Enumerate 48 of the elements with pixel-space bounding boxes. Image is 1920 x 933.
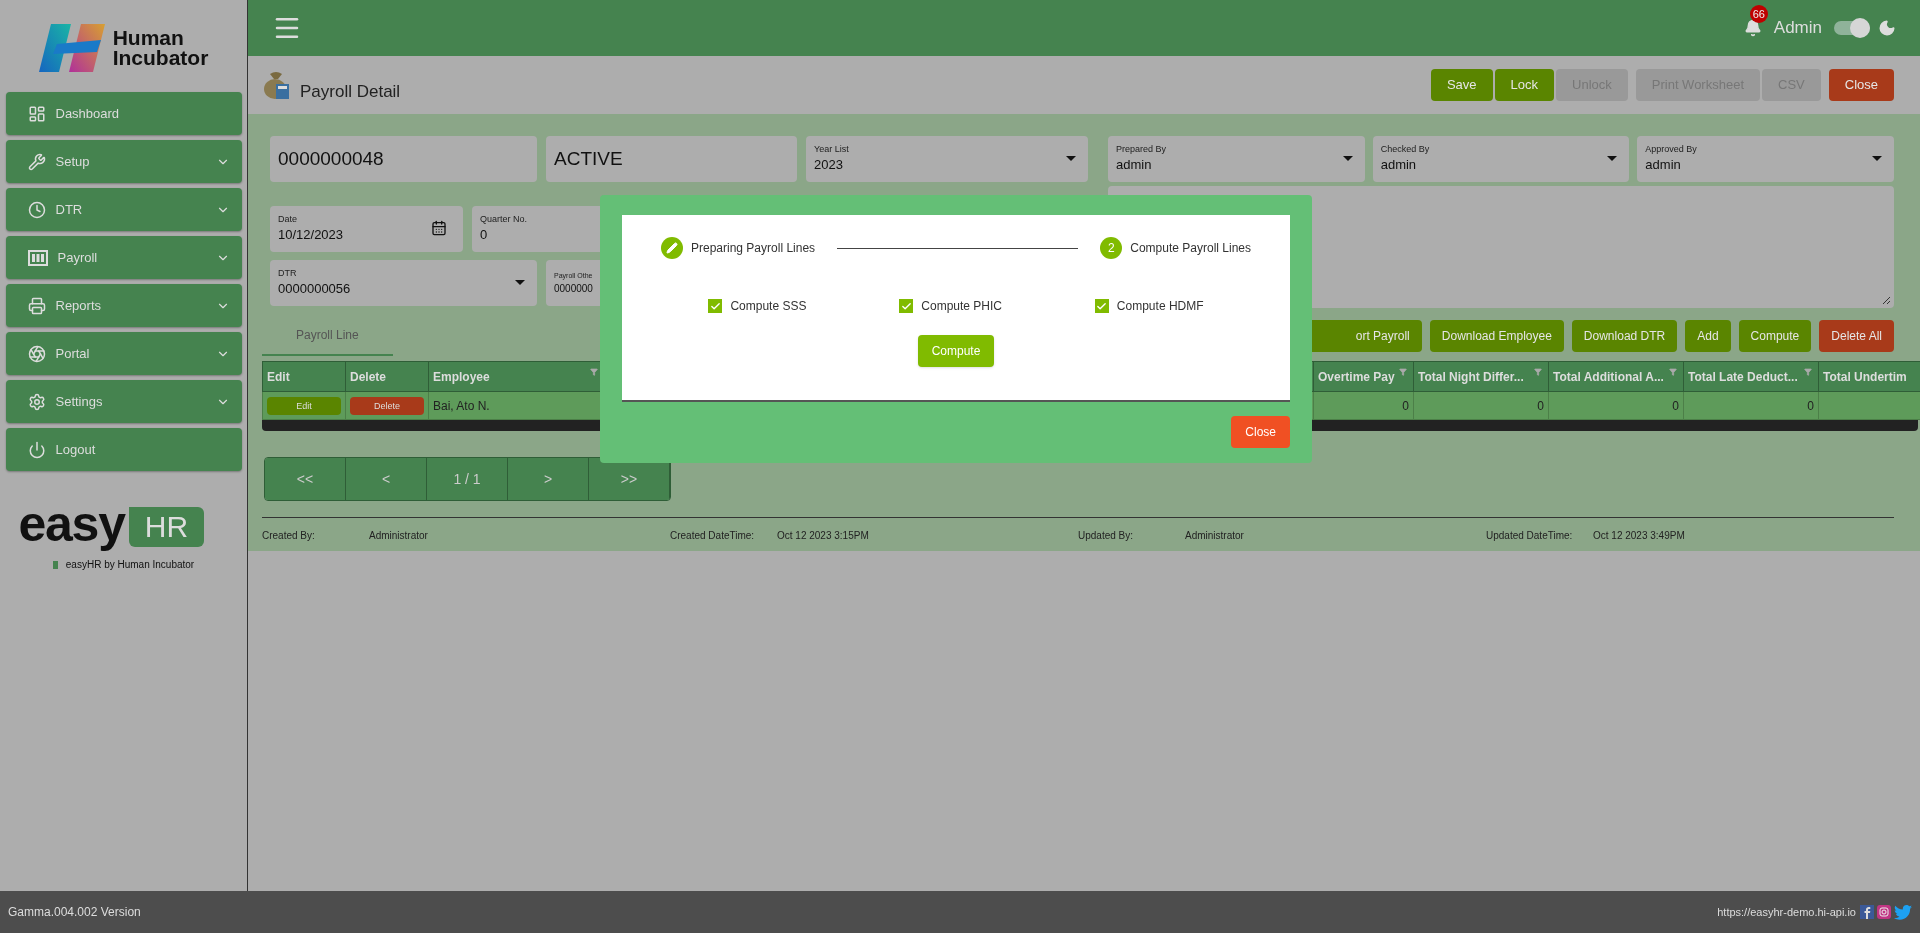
step-label: Preparing Payroll Lines [691,240,816,257]
field-value: 10/12/2023 [278,225,344,244]
field-label: Checked By [1380,143,1430,155]
audit-value: Administrator [1185,529,1244,543]
page-title: Payroll Detail [300,81,401,104]
field-value: 0000000048 [278,146,384,171]
field-label: DTR [278,267,298,279]
audit-value: Administrator [369,529,428,543]
audit-label: Updated By: [1078,529,1135,543]
field-value: 0 [480,225,489,244]
field-label: Prepared By [1116,143,1167,155]
notification-badge: 66 [1749,5,1768,23]
field-label: Approved By [1645,143,1697,155]
table-cell: 0 [1313,391,1414,420]
table-cell: 0 [1683,391,1819,420]
brand-name: Human [112,28,185,48]
field-value: admin [1380,155,1418,174]
version-text: Gamma.004.002 Version [8,904,141,921]
sidebar-label: Portal [55,344,91,363]
sidebar-label: DTR [55,200,84,219]
field-value: admin [1116,155,1153,174]
field-value: 2023 [814,155,844,174]
audit-label: Created By: [262,529,316,543]
sidebar-label: Logout [55,440,97,459]
audit-label: Created DateTime: [670,529,756,543]
field-value: ACTIVE [554,146,623,171]
field-label: Date [278,213,298,225]
sidebar-label: Settings [55,392,104,411]
sidebar-label: Dashboard [55,104,121,123]
field-label: Quarter No. [480,213,528,225]
table-cell: 0 [1413,391,1549,420]
audit-value: Oct 12 2023 3:49PM [1593,529,1685,543]
sidebar-label: Payroll [57,248,99,267]
field-label: Year List [814,143,849,155]
step-label: Compute Payroll Lines [1130,240,1251,257]
product-tagline: easyHR by Human Incubator [65,558,195,572]
audit-label: Updated DateTime: [1486,529,1574,543]
brand-name: Incubator [112,48,209,68]
sidebar-label: Setup [55,152,91,171]
product-logo-badge: HR [128,507,205,547]
field-value: admin [1645,155,1682,174]
sidebar-label: Reports [55,296,103,315]
field-value: 0000000 [554,282,593,296]
audit-value: Oct 12 2023 3:15PM [777,529,869,543]
table-cell: 0 [1548,391,1684,420]
step-number: 2 [1100,237,1123,259]
product-logo-word: easy [18,499,125,549]
field-value: 0000000056 [278,279,351,298]
